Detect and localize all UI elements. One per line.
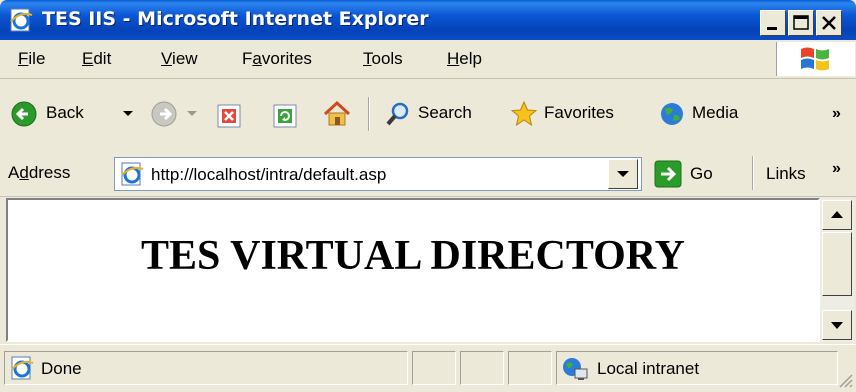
status-text: Done <box>41 359 82 378</box>
title-bar[interactable]: TES IIS - Microsoft Internet Explorer <box>0 0 856 40</box>
forward-arrow-icon <box>151 101 177 127</box>
refresh-icon[interactable] <box>272 103 298 129</box>
go-arrow-icon <box>654 160 682 188</box>
menu-edit[interactable]: Edit <box>82 49 111 69</box>
forward-button[interactable] <box>146 94 200 134</box>
forward-dropdown-icon[interactable] <box>186 110 198 118</box>
window-title: TES IIS - Microsoft Internet Explorer <box>42 8 429 30</box>
back-arrow-icon <box>11 101 37 127</box>
search-magnifier-icon <box>386 102 409 126</box>
scroll-up-button[interactable] <box>822 200 852 230</box>
address-input[interactable]: http://localhost/intra/default.asp <box>114 157 642 191</box>
resize-grip-icon[interactable] <box>836 371 854 389</box>
standard-toolbar: Back Search Favorites Media » <box>0 79 856 151</box>
address-url: http://localhost/intra/default.asp <box>151 165 387 184</box>
minimize-button[interactable] <box>760 10 786 36</box>
favorites-star-icon <box>510 100 538 127</box>
ie-page-icon <box>11 356 34 380</box>
scroll-thumb[interactable] <box>822 232 852 296</box>
back-label: Back <box>46 103 84 122</box>
close-button[interactable] <box>816 10 842 36</box>
arrow-down-icon <box>831 322 843 329</box>
status-panel <box>412 351 456 385</box>
status-bar: Done Local intranet <box>0 344 856 392</box>
ie-page-icon <box>10 8 33 32</box>
ie-page-icon <box>121 162 144 186</box>
stop-icon[interactable] <box>216 103 242 129</box>
status-panel <box>508 351 552 385</box>
back-button[interactable]: Back <box>6 94 140 134</box>
home-icon[interactable] <box>322 99 352 129</box>
media-button[interactable]: Media <box>654 94 764 134</box>
windows-logo-icon <box>801 47 829 71</box>
search-label: Search <box>418 103 472 122</box>
links-label[interactable]: Links <box>766 164 806 184</box>
vertical-scrollbar[interactable] <box>820 198 854 342</box>
menu-bar: File Edit View Favorites Tools Help <box>0 40 856 79</box>
back-dropdown-icon[interactable] <box>122 110 134 118</box>
status-text-panel: Done <box>4 351 408 385</box>
go-label: Go <box>690 164 713 183</box>
menu-file[interactable]: File <box>18 49 45 69</box>
page-heading: TES VIRTUAL DIRECTORY <box>141 233 685 279</box>
page-content: TES VIRTUAL DIRECTORY <box>6 198 820 342</box>
toolbar-overflow-chevron[interactable]: » <box>832 105 841 123</box>
scroll-down-button[interactable] <box>822 310 852 340</box>
menu-help[interactable]: Help <box>447 49 482 69</box>
address-label: Address <box>8 163 71 182</box>
security-zone-label: Local intranet <box>597 359 700 378</box>
toolbar-separator <box>368 97 370 131</box>
address-dropdown-button[interactable] <box>608 159 638 189</box>
favorites-label: Favorites <box>544 103 614 122</box>
ie-window: TES IIS - Microsoft Internet Explorer Fi… <box>0 0 856 392</box>
chevron-down-icon <box>617 171 629 177</box>
security-zone-panel[interactable]: Local intranet <box>556 351 838 385</box>
menu-favorites[interactable]: Favorites <box>242 49 312 69</box>
maximize-button[interactable] <box>788 10 814 36</box>
arrow-up-icon <box>831 211 843 218</box>
menu-view[interactable]: View <box>161 49 198 69</box>
go-button[interactable]: Go <box>652 157 740 191</box>
search-button[interactable]: Search <box>380 94 490 134</box>
windows-logo-area <box>776 42 855 76</box>
local-intranet-icon <box>563 358 588 380</box>
status-panel <box>460 351 504 385</box>
address-separator <box>752 156 754 190</box>
menu-tools[interactable]: Tools <box>363 49 403 69</box>
media-label: Media <box>692 103 739 122</box>
links-overflow-chevron[interactable]: » <box>832 160 841 178</box>
favorites-button[interactable]: Favorites <box>506 94 642 134</box>
media-globe-icon <box>661 103 683 125</box>
